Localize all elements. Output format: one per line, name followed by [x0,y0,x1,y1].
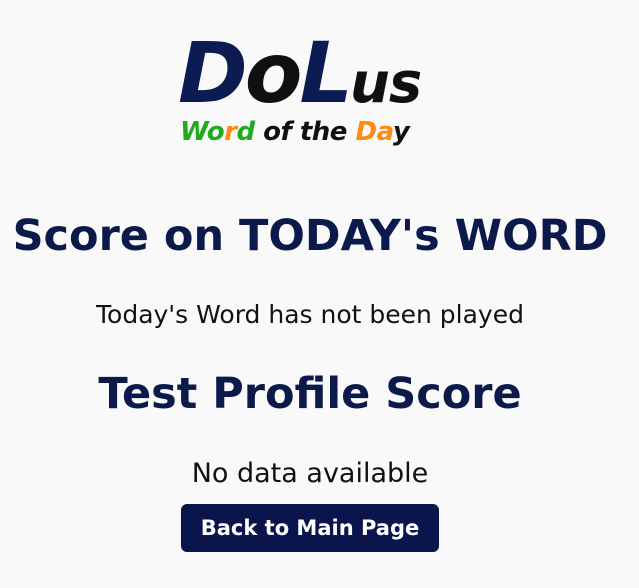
logo-tagline: Word of the Day [180,116,410,148]
logo-wordmark: DoLus [178,28,422,129]
dolus-logo: DoLus Word of the Day [178,28,443,158]
todays-word-score-heading: Score on TODAY's WORD [12,211,608,261]
tagline-part: of the [254,117,356,147]
back-to-main-page-button[interactable]: Back to Main Page [181,504,439,552]
tagline-part: Wo [180,117,225,147]
profile-score-heading: Test Profile Score [98,369,522,419]
profile-score-status: No data available [191,458,429,489]
logo-letter-l: L [299,24,353,122]
todays-word-status: Today's Word has not been played [96,300,524,329]
tagline-part: Da [355,117,393,147]
tagline-part: r [224,117,237,147]
logo-letters-us: us [349,51,422,116]
logo-letter-d: D [178,24,248,122]
tagline-part: d [236,117,255,147]
tagline-part: y [392,117,410,147]
logo-letter-o: o [244,24,303,122]
